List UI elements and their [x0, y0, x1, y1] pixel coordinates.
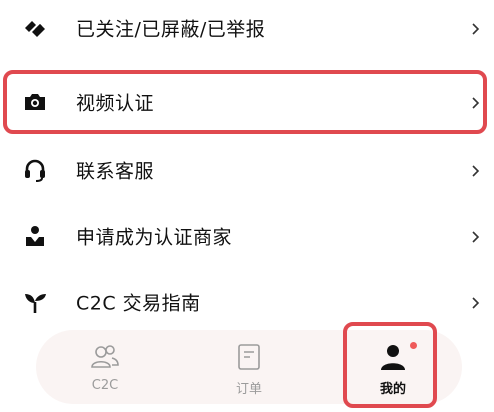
- camera-icon: [22, 89, 48, 115]
- headset-icon: [22, 157, 48, 183]
- menu-item-followed-blocked-reported[interactable]: 已关注/已屏蔽/已举报: [0, 0, 494, 56]
- chevron-right-icon: [470, 163, 480, 177]
- menu-item-label: 已关注/已屏蔽/已举报: [76, 18, 266, 41]
- tab-c2c[interactable]: C2C: [50, 330, 160, 404]
- menu-item-apply-merchant[interactable]: 申请成为认证商家: [0, 208, 494, 264]
- tab-orders[interactable]: 订单: [194, 330, 304, 404]
- menu-item-video-verification[interactable]: 视频认证: [0, 74, 494, 130]
- order-icon: [234, 342, 264, 376]
- chevron-right-icon: [470, 229, 480, 243]
- menu-item-contact-support[interactable]: 联系客服: [0, 142, 494, 198]
- users-icon: [90, 342, 120, 376]
- menu-item-label: 联系客服: [76, 160, 155, 183]
- sprout-icon: [22, 289, 48, 315]
- chevron-right-icon: [470, 295, 480, 309]
- tab-label: C2C: [91, 378, 119, 393]
- tab-label: 订单: [235, 382, 262, 397]
- chevron-right-icon: [470, 21, 480, 35]
- tags-icon: [22, 15, 48, 41]
- merchant-icon: [22, 223, 48, 249]
- chevron-right-icon: [470, 95, 480, 109]
- menu-item-label: 申请成为认证商家: [76, 226, 233, 249]
- menu-item-label: 视频认证: [76, 92, 155, 115]
- highlight-frame: [343, 322, 437, 408]
- menu-item-label: C2C 交易指南: [76, 292, 201, 315]
